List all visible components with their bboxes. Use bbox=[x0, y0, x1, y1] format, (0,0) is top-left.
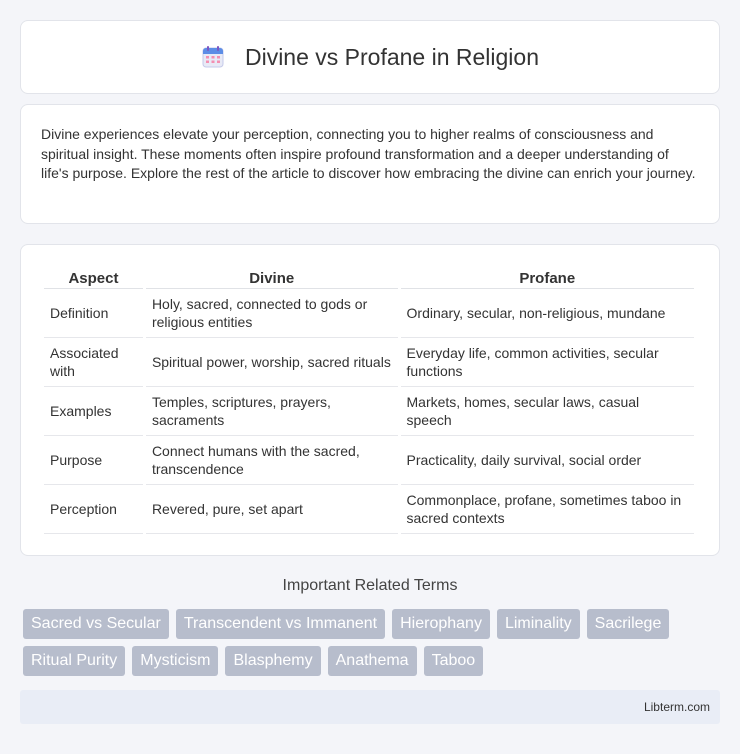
tag-liminality[interactable]: Liminality bbox=[496, 609, 580, 639]
tag-row: Ritual Purity Mysticism Blasphemy Anathe… bbox=[23, 646, 703, 676]
cell-divine: Revered, pure, set apart bbox=[145, 485, 398, 534]
cell-aspect: Definition bbox=[44, 289, 143, 338]
related-terms-tags: Sacred vs Secular Transcendent vs Immane… bbox=[23, 609, 703, 683]
tag-sacrilege[interactable]: Sacrilege bbox=[586, 609, 670, 639]
table-row: Perception Revered, pure, set apart Comm… bbox=[44, 485, 694, 534]
header-profane: Profane bbox=[400, 265, 694, 289]
cell-aspect: Examples bbox=[44, 387, 143, 436]
cell-divine: Temples, scriptures, prayers, sacraments bbox=[145, 387, 398, 436]
comparison-table-card: Aspect Divine Profane Definition Holy, s… bbox=[20, 244, 720, 556]
tag-taboo[interactable]: Taboo bbox=[423, 646, 484, 676]
tag-sacred-vs-secular[interactable]: Sacred vs Secular bbox=[23, 609, 169, 639]
table-header-row: Aspect Divine Profane bbox=[44, 265, 694, 289]
tag-blasphemy[interactable]: Blasphemy bbox=[225, 646, 321, 676]
calendar-icon bbox=[201, 45, 225, 69]
tag-row: Sacred vs Secular Transcendent vs Immane… bbox=[23, 609, 703, 639]
cell-aspect: Perception bbox=[44, 485, 143, 534]
cell-divine: Connect humans with the sacred, transcen… bbox=[145, 436, 398, 485]
comparison-table: Aspect Divine Profane Definition Holy, s… bbox=[41, 265, 697, 534]
cell-profane: Commonplace, profane, sometimes taboo in… bbox=[400, 485, 694, 534]
tag-ritual-purity[interactable]: Ritual Purity bbox=[23, 646, 126, 676]
cell-profane: Markets, homes, secular laws, casual spe… bbox=[400, 387, 694, 436]
header-divine: Divine bbox=[145, 265, 398, 289]
tag-anathema[interactable]: Anathema bbox=[327, 646, 417, 676]
table-row: Examples Temples, scriptures, prayers, s… bbox=[44, 387, 694, 436]
header-aspect: Aspect bbox=[44, 265, 143, 289]
cell-profane: Everyday life, common activities, secula… bbox=[400, 338, 694, 387]
header-card: Divine vs Profane in Religion bbox=[20, 20, 720, 94]
footer: Libterm.com bbox=[20, 690, 720, 724]
tag-mysticism[interactable]: Mysticism bbox=[132, 646, 219, 676]
cell-profane: Practicality, daily survival, social ord… bbox=[400, 436, 694, 485]
cell-aspect: Purpose bbox=[44, 436, 143, 485]
cell-aspect: Associated with bbox=[44, 338, 143, 387]
footer-site-link[interactable]: Libterm.com bbox=[644, 700, 710, 714]
table-row: Associated with Spiritual power, worship… bbox=[44, 338, 694, 387]
table-row: Purpose Connect humans with the sacred, … bbox=[44, 436, 694, 485]
table-row: Definition Holy, sacred, connected to go… bbox=[44, 289, 694, 338]
cell-divine: Holy, sacred, connected to gods or relig… bbox=[145, 289, 398, 338]
cell-divine: Spiritual power, worship, sacred rituals bbox=[145, 338, 398, 387]
intro-text: Divine experiences elevate your percepti… bbox=[41, 126, 696, 181]
cell-profane: Ordinary, secular, non-religious, mundan… bbox=[400, 289, 694, 338]
related-terms-title: Important Related Terms bbox=[282, 577, 458, 594]
tag-hierophany[interactable]: Hierophany bbox=[392, 609, 490, 639]
tag-transcendent-vs-immanent[interactable]: Transcendent vs Immanent bbox=[175, 609, 386, 639]
intro-card: Divine experiences elevate your percepti… bbox=[20, 104, 720, 224]
page-title: Divine vs Profane in Religion bbox=[244, 43, 540, 70]
